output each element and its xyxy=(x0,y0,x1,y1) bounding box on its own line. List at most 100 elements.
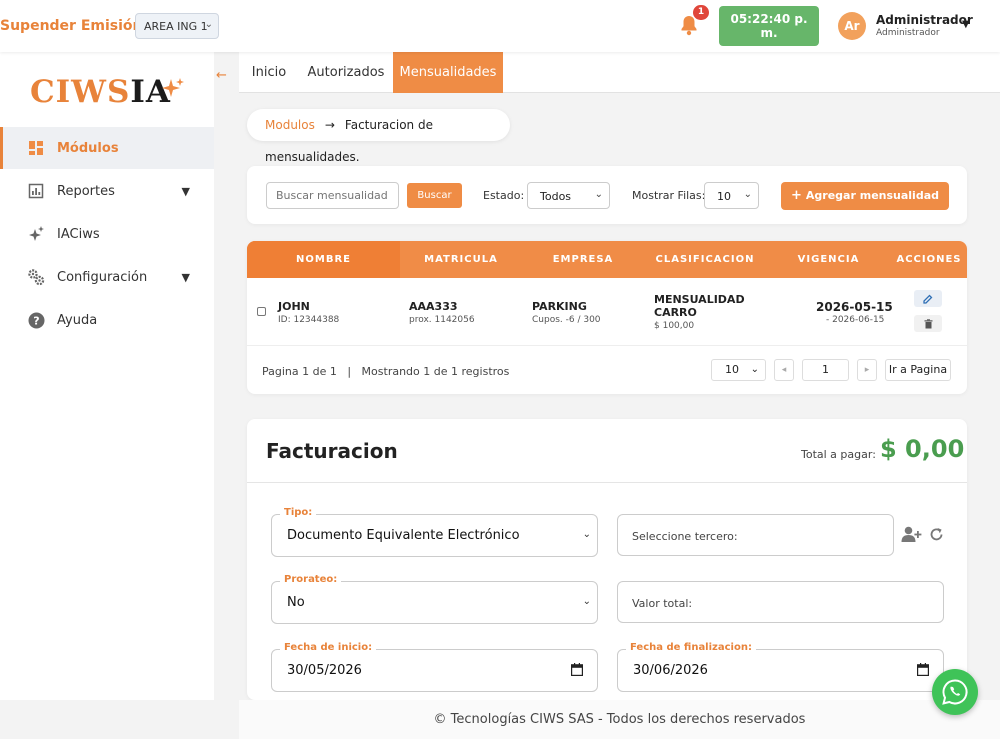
prev-page-icon[interactable]: ◂ xyxy=(774,359,794,381)
chevron-down-icon: ⌄ xyxy=(743,189,752,200)
chevron-down-icon: ⌄ xyxy=(582,529,591,540)
sidebar: CIWSIA Módulos Reportes ▼ IACiws Configu… xyxy=(0,52,214,700)
estado-select[interactable]: Todos ⌄ xyxy=(527,182,610,209)
facturacion-title: Facturacion xyxy=(266,439,398,463)
sidebar-item-ayuda[interactable]: ? Ayuda xyxy=(0,299,214,341)
tab-inicio[interactable]: Inicio xyxy=(239,52,299,93)
avatar[interactable]: Ar xyxy=(838,12,866,40)
notification-badge: 1 xyxy=(693,5,709,20)
prorateo-label: Prorateo: xyxy=(280,574,342,585)
total-label: Total a pagar: xyxy=(801,448,876,461)
tab-mensualidades[interactable]: Mensualidades xyxy=(393,52,503,93)
row-checkbox[interactable] xyxy=(257,307,266,316)
sparkles-icon xyxy=(27,225,45,243)
breadcrumb-arrow-icon: → xyxy=(324,118,335,132)
breadcrumb-link-modulos[interactable]: Modulos xyxy=(265,118,315,132)
sidebar-item-label: Ayuda xyxy=(57,312,98,328)
add-mensualidad-label: Agregar mensualidad xyxy=(805,189,939,202)
submenu-caret-icon: ▼ xyxy=(181,270,190,284)
suspend-emission-link[interactable]: Supender Emisión xyxy=(0,18,143,34)
clock-period: m. xyxy=(760,26,778,40)
logo: CIWSIA xyxy=(30,74,171,110)
edit-icon xyxy=(923,294,933,304)
chevron-down-icon: ⌄ xyxy=(204,19,213,30)
calendar-icon[interactable] xyxy=(917,663,929,676)
breadcrumb: Modulos → Facturacion de mensualidades. xyxy=(247,109,510,164)
gears-icon xyxy=(27,268,45,286)
go-to-page-button[interactable]: Ir a Pagina xyxy=(885,359,951,381)
sidebar-item-modulos[interactable]: Módulos xyxy=(0,127,214,169)
sidebar-item-reportes[interactable]: Reportes ▼ xyxy=(0,170,214,212)
area-select-value: AREA ING 1 xyxy=(144,20,208,33)
top-bar: Supender Emisión AREA ING 1 ⌄ 1 05:22:40… xyxy=(0,0,1000,52)
tipo-select[interactable]: Tipo: Documento Equivalente Electrónico … xyxy=(271,507,598,557)
chevron-down-icon: ⌄ xyxy=(750,364,759,375)
column-header-clasificacion[interactable]: CLASIFICACION xyxy=(644,241,766,278)
row-company: PARKING xyxy=(532,300,587,313)
row-plate: AAA333 xyxy=(409,300,458,313)
rows-label: Mostrar Filas: xyxy=(632,189,706,202)
sidebar-item-configuracion[interactable]: Configuración ▼ xyxy=(0,256,214,298)
column-header-empresa[interactable]: EMPRESA xyxy=(522,241,644,278)
mensualidades-table: NOMBRE MATRICULA EMPRESA CLASIFICACION V… xyxy=(247,241,967,394)
estado-select-value: Todos xyxy=(540,190,572,203)
fecha-inicio-input[interactable]: Fecha de inicio: 30/05/2026 xyxy=(271,642,598,692)
search-button[interactable]: Buscar xyxy=(407,183,462,208)
tipo-value: Documento Equivalente Electrónico xyxy=(287,528,520,543)
add-user-icon[interactable] xyxy=(901,526,922,543)
column-header-acciones: ACCIONES xyxy=(896,254,962,265)
tercero-input[interactable]: Seleccione tercero: xyxy=(617,514,894,556)
row-name: JOHN xyxy=(278,300,310,313)
row-id: ID: 12344388 xyxy=(278,315,340,325)
estado-label: Estado: xyxy=(483,189,525,202)
page-size-select[interactable]: 10 ⌄ xyxy=(711,359,766,381)
tercero-placeholder: Seleccione tercero: xyxy=(632,530,738,543)
help-icon: ? xyxy=(27,311,45,329)
chart-icon xyxy=(27,182,45,200)
pagination-info: Pagina 1 de 1 | Mostrando 1 de 1 registr… xyxy=(262,365,510,378)
fecha-fin-value: 30/06/2026 xyxy=(633,663,708,678)
calendar-icon[interactable] xyxy=(571,663,583,676)
valor-total-input[interactable]: Valor total: xyxy=(617,581,944,623)
search-input[interactable] xyxy=(266,182,399,209)
submenu-caret-icon: ▼ xyxy=(181,184,190,198)
row-valid-to: - 2026-06-15 xyxy=(826,315,885,325)
sidebar-item-iaciws[interactable]: IACiws xyxy=(0,213,214,255)
chevron-down-icon: ⌄ xyxy=(594,189,603,200)
rows-select[interactable]: 10 ⌄ xyxy=(704,182,759,209)
prorateo-value: No xyxy=(287,595,305,610)
clock-badge: 05:22:40 p. m. xyxy=(719,6,819,46)
next-page-icon[interactable]: ▸ xyxy=(857,359,877,381)
row-valid-from: 2026-05-15 xyxy=(816,300,893,314)
row-class-line1: MENSUALIDAD xyxy=(654,293,745,306)
column-header-matricula[interactable]: MATRICULA xyxy=(400,241,522,278)
table-row: JOHN ID: 12344388 AAA333 prox. 1142056 P… xyxy=(247,278,967,346)
user-name[interactable]: Administrador xyxy=(876,13,973,27)
row-class-price: $ 100,00 xyxy=(654,321,695,331)
fecha-inicio-label: Fecha de inicio: xyxy=(280,642,377,653)
page-number-input[interactable]: 1 xyxy=(802,359,849,381)
edit-button[interactable] xyxy=(914,290,942,307)
prorateo-select[interactable]: Prorateo: No ⌄ xyxy=(271,574,598,624)
sidebar-item-label: Reportes xyxy=(57,183,115,199)
total-value: $ 0,00 xyxy=(880,435,965,463)
area-select[interactable]: AREA ING 1 ⌄ xyxy=(135,13,219,39)
collapse-sidebar-icon[interactable]: ← xyxy=(216,68,227,83)
tab-autorizados[interactable]: Autorizados xyxy=(299,52,393,93)
column-header-nombre[interactable]: NOMBRE xyxy=(247,241,400,278)
column-header-vigencia[interactable]: VIGENCIA xyxy=(766,241,891,278)
row-company-sub: Cupos. -6 / 300 xyxy=(532,315,601,325)
refresh-icon[interactable] xyxy=(929,527,944,542)
row-plate-sub: prox. 1142056 xyxy=(409,315,475,325)
fecha-fin-input[interactable]: Fecha de finalizacion: 30/06/2026 xyxy=(617,642,944,692)
table-header: NOMBRE MATRICULA EMPRESA CLASIFICACION V… xyxy=(247,241,967,278)
sidebar-item-label: Módulos xyxy=(57,140,119,156)
whatsapp-button[interactable] xyxy=(932,669,978,715)
add-mensualidad-button[interactable]: + Agregar mensualidad xyxy=(781,182,949,210)
user-menu-caret-icon[interactable]: ▼ xyxy=(962,19,970,30)
rows-select-value: 10 xyxy=(717,190,731,203)
filter-card: Buscar Estado: Todos ⌄ Mostrar Filas: 10… xyxy=(247,166,967,224)
delete-button[interactable] xyxy=(914,315,942,332)
sidebar-item-label: Configuración xyxy=(57,269,148,285)
whatsapp-icon xyxy=(942,679,968,705)
